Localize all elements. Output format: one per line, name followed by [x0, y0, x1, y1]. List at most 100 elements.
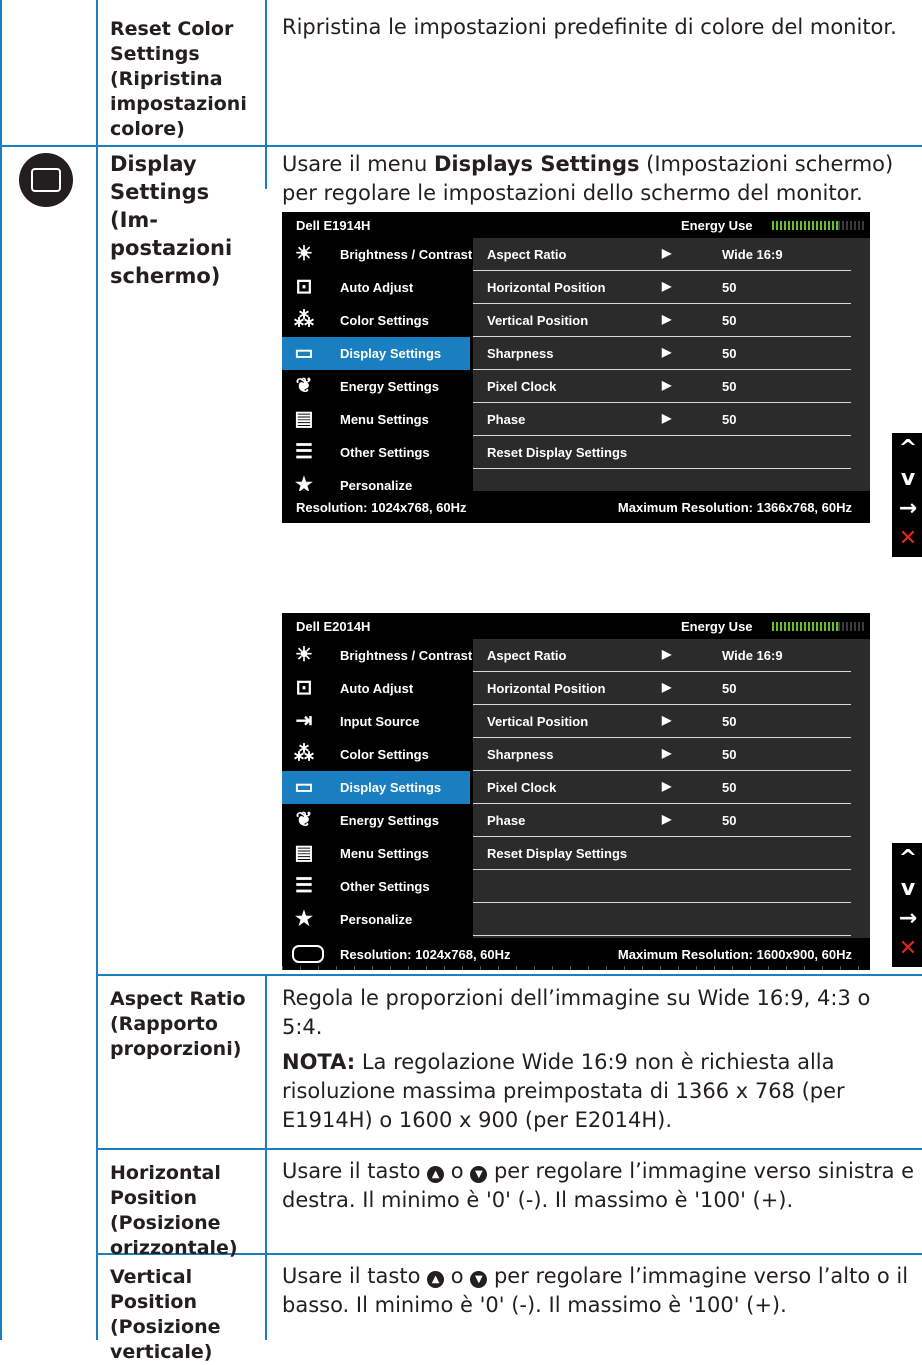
osd-menu-item[interactable]: ☰ Other Settings	[282, 436, 470, 469]
up-button[interactable]: ^	[896, 437, 920, 461]
osd-e1914h: Dell E1914H Energy Use ☀ Brightness / Con…	[282, 212, 870, 523]
osd-option-row[interactable]: Reset Display Settings	[473, 837, 870, 870]
arrow-right-icon: ▶	[662, 378, 672, 392]
horizontal-position-description: Usare il tasto ▲ o ▼ per regolare l’imma…	[282, 1159, 915, 1212]
osd-menu-item[interactable]: ❦ Energy Settings	[282, 370, 470, 403]
osd-option-row[interactable]: Pixel Clock ▶ 50	[473, 771, 870, 804]
auto-adjust-icon: ⊡	[295, 677, 313, 699]
exit-button[interactable]: ✕	[896, 937, 920, 961]
osd-menu-label: Menu Settings	[340, 846, 429, 861]
up-button-icon: ▲	[427, 1271, 445, 1288]
osd-option-row[interactable]: Horizontal Position ▶ 50	[473, 271, 870, 304]
osd-model: Dell E2014H	[296, 619, 371, 634]
osd-menu-label: Energy Settings	[340, 379, 439, 394]
exit-button[interactable]: ✕	[896, 527, 920, 551]
osd-option-value: 50	[722, 280, 737, 295]
energy-settings-icon: ❦	[295, 375, 313, 397]
table-border-col1	[96, 0, 98, 1340]
osd-option-value: 50	[722, 747, 737, 762]
osd-option-row[interactable]: Reset Display Settings	[473, 436, 870, 469]
brightness-icon: ☀	[295, 644, 313, 666]
osd-menu-label: Color Settings	[340, 313, 429, 328]
energy-settings-icon: ❦	[295, 809, 313, 831]
arrow-right-icon: ▶	[662, 312, 672, 326]
color-settings-icon: ⁂	[294, 309, 314, 331]
osd-menu-label: Personalize	[340, 912, 413, 927]
osd-option-value: 50	[722, 813, 737, 828]
osd-menu-item[interactable]: ⇥ Input Source	[282, 705, 470, 738]
osd-option-row[interactable]: Phase ▶ 50	[473, 804, 870, 837]
up-button[interactable]: ^	[896, 847, 920, 871]
osd-menu-label: Display Settings	[340, 780, 442, 795]
osd-menu-item[interactable]: ★ Personalize	[282, 903, 470, 936]
arrow-right-icon: ▶	[662, 246, 672, 260]
osd-menu-label: Auto Adjust	[340, 681, 414, 696]
display-settings-label: Display Settings (Im-postazioni schermo)	[110, 152, 233, 288]
input-source-icon: ⇥	[295, 710, 313, 732]
osd-menu-item[interactable]: ▭ Display Settings	[282, 771, 470, 804]
osd-option-name: Vertical Position	[487, 714, 589, 729]
energy-use-label: Energy Use	[681, 218, 753, 233]
osd-menu-item[interactable]: ☰ Other Settings	[282, 870, 470, 903]
osd-option-row[interactable]: Vertical Position ▶ 50	[473, 304, 870, 337]
max-resolution-text: Maximum Resolution: 1366x768, 60Hz	[617, 500, 852, 515]
osd-option-value: 50	[722, 780, 737, 795]
down-button-icon: ▼	[470, 1166, 488, 1183]
osd-menu-item[interactable]: ☀ Brightness / Contrast	[282, 639, 472, 672]
osd-option-value: 50	[722, 346, 737, 361]
display-settings-icon: ▭	[294, 776, 314, 798]
osd-menu-item[interactable]: ▤ Menu Settings	[282, 837, 470, 870]
resolution-text: Resolution: 1024x768, 60Hz	[340, 947, 511, 962]
reset-color-label: Reset Color Settings (Ripristina imposta…	[110, 18, 247, 140]
max-resolution-text: Maximum Resolution: 1600x900, 60Hz	[617, 947, 852, 962]
arrow-right-icon: ▶	[662, 647, 672, 661]
enter-button[interactable]: →	[896, 907, 920, 931]
osd-menu-item[interactable]: ☀ Brightness / Contrast	[282, 238, 472, 271]
arrow-right-icon: ▶	[662, 713, 672, 727]
osd-menu-item[interactable]: ▭ Display Settings	[282, 337, 470, 370]
arrow-right-icon: ▶	[662, 279, 672, 293]
osd-option-row[interactable]: Phase ▶ 50	[473, 403, 870, 436]
aspect-ratio-label: Aspect Ratio (Rapporto proporzioni)	[110, 988, 246, 1060]
osd-option-value: 50	[722, 412, 737, 427]
table-border-row	[96, 1148, 922, 1150]
osd-option-name: Aspect Ratio	[487, 247, 567, 262]
osd-separator	[473, 869, 851, 870]
arrow-right-icon: ▶	[662, 779, 672, 793]
table-border-col2	[265, 0, 267, 189]
osd-option-row[interactable]: Horizontal Position ▶ 50	[473, 672, 870, 705]
down-button[interactable]: v	[896, 467, 920, 491]
osd-model: Dell E1914H	[296, 218, 371, 233]
color-settings-icon: ⁂	[294, 743, 314, 765]
osd-menu-item[interactable]: ▤ Menu Settings	[282, 403, 470, 436]
osd-menu-item[interactable]: ⁂ Color Settings	[282, 738, 470, 771]
display-settings-icon: ▭	[294, 342, 314, 364]
osd-option-row[interactable]: Aspect Ratio ▶ Wide 16:9	[473, 238, 870, 271]
osd-menu-item[interactable]: ❦ Energy Settings	[282, 804, 470, 837]
osd-option-row[interactable]: Sharpness ▶ 50	[473, 337, 870, 370]
osd-option-name: Sharpness	[487, 747, 554, 762]
arrow-right-icon: ▶	[662, 746, 672, 760]
osd-option-row[interactable]: Aspect Ratio ▶ Wide 16:9	[473, 639, 870, 672]
auto-adjust-icon: ⊡	[295, 276, 313, 298]
osd-option-value: 50	[722, 681, 737, 696]
osd-header: Dell E1914H Energy Use	[282, 212, 870, 238]
osd-menu-item[interactable]: ⊡ Auto Adjust	[282, 672, 470, 705]
osd-menu-item[interactable]: ⁂ Color Settings	[282, 304, 470, 337]
table-border-row	[0, 145, 922, 147]
osd-option-row[interactable]: Vertical Position ▶ 50	[473, 705, 870, 738]
osd-option-name: Vertical Position	[487, 313, 589, 328]
osd-option-name: Horizontal Position	[487, 280, 606, 295]
arrow-right-icon: ▶	[662, 411, 672, 425]
osd-header: Dell E2014H Energy Use	[282, 613, 870, 639]
down-button[interactable]: v	[896, 877, 920, 901]
input-connector-icon	[292, 945, 324, 963]
osd-option-row[interactable]: Sharpness ▶ 50	[473, 738, 870, 771]
menu-settings-icon: ▤	[294, 842, 314, 864]
osd-option-name: Reset Display Settings	[487, 846, 628, 861]
resolution-text: Resolution: 1024x768, 60Hz	[296, 500, 467, 515]
menu-settings-icon: ▤	[294, 408, 314, 430]
enter-button[interactable]: →	[896, 497, 920, 521]
osd-menu-item[interactable]: ⊡ Auto Adjust	[282, 271, 470, 304]
osd-option-row[interactable]: Pixel Clock ▶ 50	[473, 370, 870, 403]
